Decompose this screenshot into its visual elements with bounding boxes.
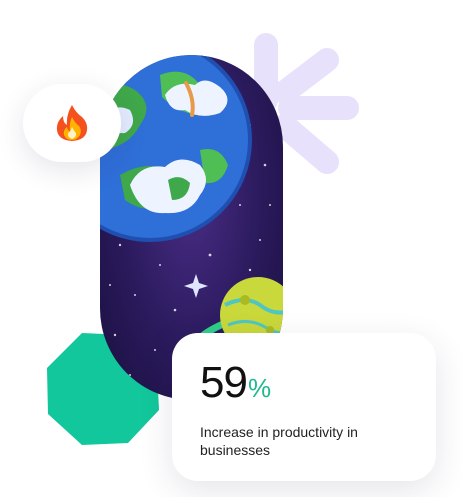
hero-illustration: 59 % Increase in productivity in busines… bbox=[0, 0, 463, 497]
earth-icon bbox=[100, 55, 252, 242]
stat-card: 59 % Increase in productivity in busines… bbox=[172, 333, 436, 481]
sparkle-icon bbox=[184, 274, 208, 298]
stat-caption: Increase in productivity in businesses bbox=[200, 424, 358, 458]
stat-unit: % bbox=[247, 373, 272, 403]
fire-icon bbox=[56, 105, 88, 141]
stat-value: 59 % bbox=[200, 361, 271, 405]
stat-number: 59 bbox=[200, 358, 248, 407]
fire-badge bbox=[23, 84, 121, 162]
